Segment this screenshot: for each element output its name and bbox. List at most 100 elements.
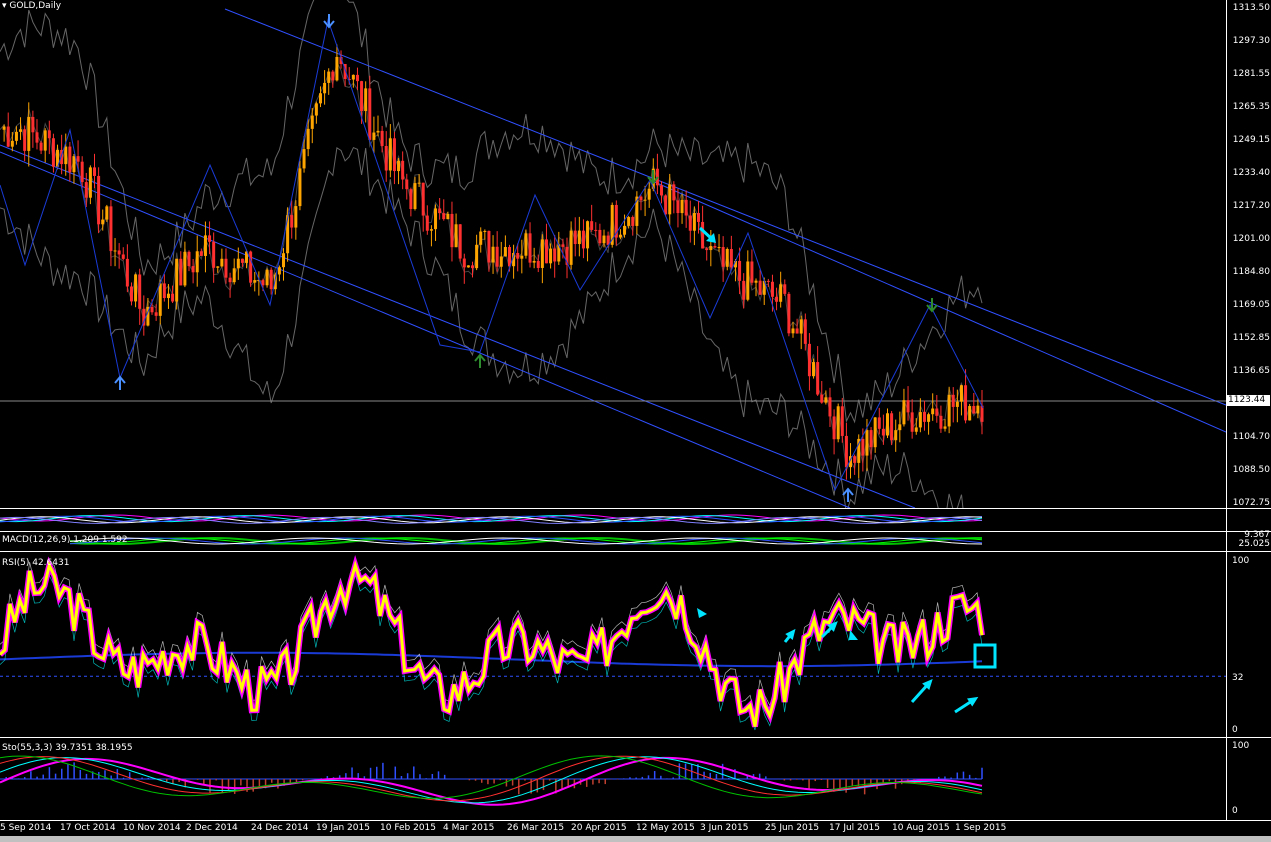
candle-body — [6, 126, 10, 147]
candle-body — [454, 224, 458, 248]
date-axis-label: 10 Aug 2015 — [892, 823, 950, 833]
price-scale-label: 1297.30 — [1232, 36, 1270, 46]
candle-body — [795, 328, 799, 334]
candle-body — [458, 224, 462, 259]
candle-body — [594, 229, 598, 231]
date-axis-label: 26 Mar 2015 — [507, 823, 565, 833]
candle-body — [471, 265, 475, 269]
candle-body — [43, 130, 47, 151]
candle-body — [820, 394, 824, 403]
rsi-aux-line — [0, 564, 983, 727]
candle-body — [421, 182, 425, 216]
candle-body — [684, 199, 688, 216]
candle-body — [549, 248, 553, 264]
candle-body — [873, 417, 877, 448]
price-scale-label: 1313.50 — [1232, 3, 1270, 13]
candle-body — [544, 239, 548, 264]
candle-body — [35, 132, 39, 143]
candle-body — [269, 269, 273, 290]
ma-ribbon-pane[interactable] — [0, 509, 1271, 532]
price-scale[interactable]: 1313.50 1297.30 1281.55 1265.35 1249.15 1233.… — [1226, 0, 1271, 508]
candle-body — [438, 208, 442, 214]
macd-label: MACD(12,26,9) 1.209 1.592 — [2, 535, 128, 545]
candle-body — [943, 426, 947, 429]
candle-body — [466, 265, 470, 268]
candle-body — [429, 229, 433, 231]
candle-body — [931, 408, 935, 415]
price-scale-label: 1217.20 — [1232, 201, 1270, 211]
ma-ribbon-svg — [0, 514, 983, 524]
candle-body — [475, 244, 479, 269]
candle-body — [479, 231, 483, 245]
candle-body — [187, 251, 191, 267]
date-axis-label: 19 Jan 2015 — [316, 823, 370, 833]
candle-body — [413, 183, 417, 210]
channel-lower-line — [0, 144, 916, 508]
candle-body — [483, 230, 487, 232]
candle-body — [680, 199, 684, 214]
macd-pane[interactable]: MACD(12,26,9) 1.209 1.592 9.367 25.025 — [0, 530, 1271, 552]
current-price-tag: 1123.44 — [1227, 395, 1270, 406]
candle-body — [282, 253, 286, 268]
candle-body — [696, 212, 700, 222]
candle-body — [199, 251, 203, 256]
tab-bar[interactable] — [0, 836, 1271, 842]
candle-body — [807, 343, 811, 377]
candle-body — [766, 280, 770, 282]
candle-body — [14, 131, 18, 141]
candle-body — [754, 280, 758, 283]
candle-body — [166, 293, 170, 299]
candle-body — [618, 234, 622, 238]
candle-body — [791, 328, 795, 334]
candle-body — [927, 414, 931, 422]
candle-body — [125, 258, 129, 287]
candle-body — [397, 160, 401, 172]
date-axis-label: 4 Mar 2015 — [443, 823, 495, 833]
price-chart-pane[interactable]: ▾ GOLD,Daily 1313.50 1297.30 1281.55 1265.3… — [0, 0, 1271, 509]
candle-body — [203, 235, 207, 256]
price-scale-label: 1072.75 — [1232, 498, 1270, 508]
rsi-scale-0: 0 — [1232, 725, 1238, 735]
candle-body — [976, 405, 980, 414]
price-scale-label: 1169.05 — [1232, 300, 1270, 310]
candle-body — [72, 156, 76, 173]
candle-body — [318, 93, 322, 104]
candle-body — [117, 250, 121, 255]
candle-body — [816, 362, 820, 395]
candle-body — [643, 199, 647, 201]
candle-body — [134, 274, 138, 302]
candle-body — [409, 189, 413, 210]
rsi-pane[interactable]: RSI(5) 42.6431 100 32 0 — [0, 552, 1271, 738]
candle-body — [964, 385, 968, 421]
candle-body — [360, 81, 364, 111]
date-axis-label: 24 Dec 2014 — [251, 823, 309, 833]
candle-body — [902, 400, 906, 425]
highlight-box — [973, 643, 997, 669]
symbol-label: ▾ GOLD,Daily — [2, 1, 62, 11]
candle-body — [758, 280, 762, 295]
candle-body — [364, 88, 368, 111]
rsi-scale-32: 32 — [1232, 673, 1244, 683]
candle-body — [623, 225, 627, 235]
candle-body — [84, 182, 88, 198]
ribbon-scale — [1226, 509, 1271, 531]
candle-body — [738, 260, 742, 281]
stochastic-scale: 100 0 — [1226, 738, 1271, 820]
sto-scale-100: 100 — [1232, 741, 1250, 751]
lower-band-line — [0, 146, 964, 508]
price-scale-label: 1265.35 — [1232, 102, 1270, 112]
candle-body — [290, 215, 294, 228]
candle-body — [881, 428, 885, 436]
candle-body — [462, 258, 466, 268]
candle-body — [19, 129, 23, 132]
stochastic-pane[interactable]: Sto(55,3,3) 39.7351 38.1955 100 0 — [0, 738, 1271, 821]
candle-body — [335, 56, 339, 81]
candle-body — [314, 103, 318, 116]
candle-body — [277, 267, 281, 275]
candle-body — [446, 213, 450, 220]
date-axis-label: 10 Nov 2014 — [123, 823, 181, 833]
candle-body — [39, 142, 43, 151]
candle-body — [294, 206, 298, 228]
candle-body — [783, 284, 787, 294]
candle-body — [602, 235, 606, 244]
